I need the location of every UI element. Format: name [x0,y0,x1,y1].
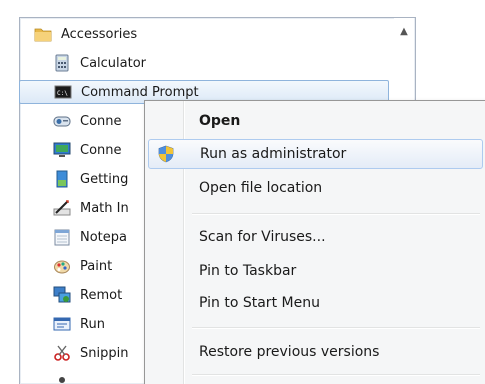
generic-program-icon [53,370,71,384]
uac-shield-icon [157,145,175,163]
folder-label: Accessories [61,26,138,42]
getting-started-icon [53,170,71,188]
snipping-tool-icon [53,344,71,362]
menu-separator [192,327,480,329]
folder-accessories[interactable]: Accessories [34,22,334,46]
program-label: Run [80,316,105,332]
menu-item-restore-previous-versions[interactable]: Restore previous versions [148,337,483,367]
program-label: Getting [80,171,129,187]
program-calculator[interactable]: Calculator [53,51,353,75]
calculator-icon [53,54,71,72]
menu-item-label: Pin to Start Menu [199,295,320,311]
menu-item-label: Run as administrator [200,146,347,162]
menu-item-scan-for-viruses[interactable]: Scan for Viruses... [148,222,483,252]
program-label: Paint [80,258,113,274]
menu-separator [192,213,480,215]
remote-desktop-monitor-icon [53,141,71,159]
menu-item-pin-to-start-menu[interactable]: Pin to Start Menu [148,288,483,318]
program-label: Command Prompt [81,84,199,100]
run-icon [53,315,71,333]
notepad-icon [53,228,71,246]
program-label: Notepa [80,229,127,245]
menu-item-label: Open [199,113,241,129]
menu-item-pin-to-taskbar[interactable]: Pin to Taskbar [148,256,483,286]
menu-item-open-file-location[interactable]: Open file location [148,173,483,203]
menu-item-open[interactable]: Open [148,106,483,136]
context-menu: Open Run as administrator Open file loca… [144,100,485,384]
program-label: Snippin [80,345,129,361]
program-label: Conne [80,113,122,129]
paint-icon [53,257,71,275]
menu-item-label: Open file location [199,180,323,196]
menu-item-run-as-administrator[interactable]: Run as administrator [148,139,483,169]
folder-icon [34,25,52,43]
math-input-icon [53,199,71,217]
menu-item-label: Scan for Viruses... [199,229,326,245]
menu-item-label: Pin to Taskbar [199,263,297,279]
program-label: Calculator [80,55,147,71]
menu-separator [192,374,480,376]
program-label: Math In [80,200,129,216]
scroll-up-arrow-icon[interactable]: ▲ [396,23,412,39]
menu-item-label: Restore previous versions [199,344,380,360]
svg-text:C:\: C:\ [57,90,68,97]
connect-projector-icon [53,112,71,130]
command-prompt-icon: C:\ [54,83,72,101]
program-label: Remot [80,287,123,303]
remote-desktop-icon [53,286,71,304]
program-label: Conne [80,142,122,158]
